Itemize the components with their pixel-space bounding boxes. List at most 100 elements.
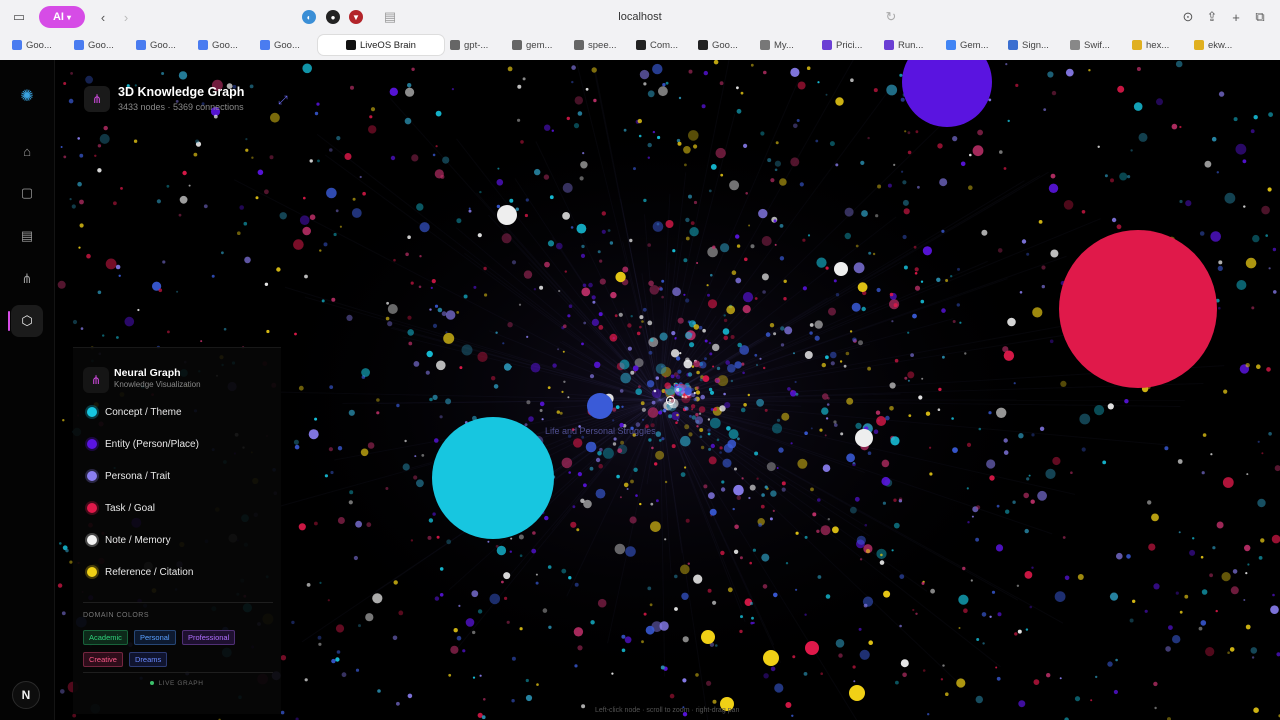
chat-icon[interactable]: ▢ <box>15 181 39 205</box>
browser-tab[interactable]: LiveOS Brain <box>318 35 444 55</box>
tab-overview-icon[interactable]: ⧉ <box>1251 8 1269 26</box>
user-avatar[interactable]: N <box>12 681 40 709</box>
domain-chip[interactable]: Academic <box>83 630 128 645</box>
graph-node <box>483 266 487 271</box>
legend-item[interactable]: Note / Memory <box>87 531 171 549</box>
graph-node <box>613 437 617 441</box>
graph-node <box>902 234 907 240</box>
browser-tab[interactable]: Goo... <box>694 35 754 55</box>
graph-node <box>443 332 455 344</box>
graph-node <box>1007 317 1016 327</box>
browser-tab[interactable]: ekw... <box>1190 35 1250 55</box>
domain-chip[interactable]: Personal <box>134 630 176 645</box>
browser-tab[interactable]: Com... <box>632 35 692 55</box>
graph-node <box>396 403 400 408</box>
share-icon[interactable]: ⇪ <box>1203 8 1221 26</box>
graph-node <box>830 361 835 366</box>
graph-node <box>440 174 445 179</box>
browser-tab[interactable]: Goo... <box>256 35 316 55</box>
graph-node <box>702 328 706 333</box>
browser-tab[interactable]: gem... <box>508 35 568 55</box>
graph-node-large <box>834 262 848 276</box>
graph-node <box>390 155 396 161</box>
sidebar-toggle-icon[interactable]: ▭ <box>10 8 28 26</box>
home-icon[interactable]: ⌂ <box>15 139 39 163</box>
back-icon[interactable]: ‹ <box>94 8 112 26</box>
graph-node <box>386 301 389 305</box>
shield-extension-icon[interactable]: ▼ <box>349 10 363 24</box>
browser-tab[interactable]: spee... <box>570 35 630 55</box>
adblock-extension-icon[interactable]: ● <box>326 10 340 24</box>
gemini-icon <box>74 40 84 50</box>
legend-item[interactable]: Entity (Person/Place) <box>87 435 199 453</box>
graph-node-large <box>432 417 554 539</box>
graph-node <box>708 189 712 193</box>
github-icon <box>636 40 646 50</box>
browser-tab[interactable]: Swif... <box>1066 35 1126 55</box>
graph-node <box>319 581 322 585</box>
graph-node <box>257 169 264 176</box>
browser-tab[interactable]: Run... <box>880 35 940 55</box>
browser-tab[interactable]: Goo... <box>8 35 68 55</box>
graph-node <box>611 672 614 675</box>
graph-node <box>683 146 691 154</box>
legend-item[interactable]: Concept / Theme <box>87 403 182 421</box>
browser-tab[interactable]: Goo... <box>194 35 254 55</box>
graph-node <box>1049 339 1054 344</box>
extension-icon[interactable]: ◐ <box>302 10 316 24</box>
graph-node <box>688 194 692 199</box>
graph-node <box>704 357 707 361</box>
domain-chip[interactable]: Dreams <box>129 652 168 667</box>
page-icon[interactable]: ▤ <box>381 8 399 26</box>
reload-icon[interactable]: ↻ <box>882 8 900 26</box>
graph-icon[interactable]: ⋔ <box>15 267 39 291</box>
browser-tab[interactable]: Gem... <box>942 35 1002 55</box>
graph-node <box>573 627 584 637</box>
legend-item[interactable]: Persona / Trait <box>87 467 170 485</box>
graph-node <box>113 201 117 206</box>
graph-node <box>680 435 691 447</box>
browser-tab[interactable]: Goo... <box>132 35 192 55</box>
graph-node <box>615 271 626 283</box>
new-tab-icon[interactable]: + <box>1227 8 1245 26</box>
legend-item[interactable]: Reference / Citation <box>87 563 193 581</box>
graph-node <box>59 542 62 545</box>
graph-node <box>432 394 438 400</box>
legend-item[interactable]: Task / Goal <box>87 499 155 517</box>
graph-node <box>825 594 831 599</box>
graph-node <box>913 245 917 249</box>
graph-node <box>725 360 730 365</box>
graph-node <box>651 446 654 450</box>
forward-icon[interactable]: › <box>117 8 135 26</box>
graph-node <box>633 467 638 472</box>
graph-node <box>327 599 330 602</box>
graph-node <box>335 657 340 662</box>
address-bar[interactable]: localhost <box>420 8 860 26</box>
graph-node <box>817 498 821 502</box>
graph-node <box>914 272 918 275</box>
document-icon[interactable]: ▤ <box>15 224 39 248</box>
graph-node <box>79 223 84 228</box>
browser-tab[interactable]: Sign... <box>1004 35 1064 55</box>
browser-tab[interactable]: Goo... <box>70 35 130 55</box>
graph-node <box>441 311 447 317</box>
domain-chip[interactable]: Creative <box>83 652 123 667</box>
graph-node <box>63 82 67 85</box>
cube-icon[interactable]: ⬡ <box>15 309 39 333</box>
graph-node <box>309 159 313 163</box>
download-icon[interactable]: ⊙ <box>1179 8 1197 26</box>
browser-tab[interactable]: Prici... <box>818 35 878 55</box>
app-logo-icon[interactable]: ✺ <box>15 84 39 108</box>
graph-node <box>685 298 690 303</box>
browser-tab[interactable]: My... <box>756 35 816 55</box>
graph-node <box>684 424 690 430</box>
graph-node <box>723 314 726 317</box>
graph-node <box>573 438 583 448</box>
expand-icon[interactable]: ⤢ <box>278 93 288 108</box>
domain-chip[interactable]: Professional <box>182 630 236 645</box>
browser-tab[interactable]: hex... <box>1128 35 1188 55</box>
graph-node <box>1154 706 1157 710</box>
ai-button[interactable]: AI ▾ <box>39 6 85 28</box>
graph-node <box>684 163 687 167</box>
browser-tab[interactable]: gpt-... <box>446 35 506 55</box>
